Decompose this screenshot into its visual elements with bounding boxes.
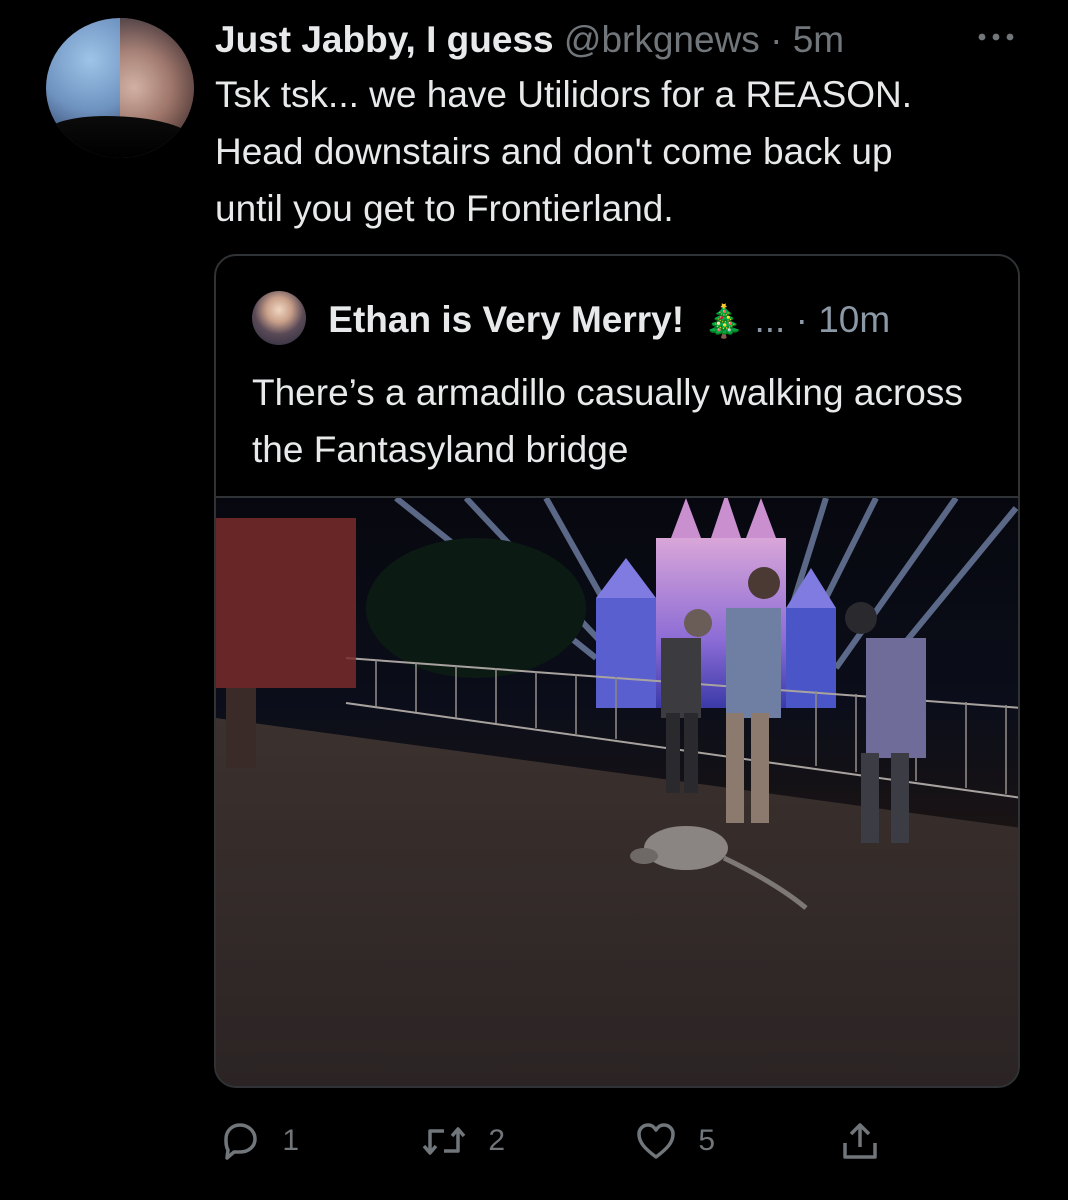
tweet[interactable]: Just Jabby, I guess @brkgnews · 5m Tsk t… — [0, 0, 1068, 1200]
reply-button[interactable]: 1 — [218, 1110, 299, 1170]
more-horizontal-icon[interactable] — [974, 22, 1018, 52]
quoted-author-avatar[interactable] — [252, 291, 306, 346]
armadillo-on-bridge-photo[interactable] — [216, 496, 1018, 1086]
quoted-header-separator: · — [795, 299, 808, 340]
reply-count: 1 — [282, 1124, 300, 1158]
retweet-count: 2 — [488, 1124, 506, 1158]
share-button[interactable] — [838, 1110, 882, 1170]
share-icon — [838, 1123, 882, 1159]
quoted-tweet-time[interactable]: 10m — [818, 299, 890, 340]
tweet-header: Just Jabby, I guess @brkgnews · 5m — [215, 16, 1015, 64]
christmas-tree-emoji: 🎄 — [704, 303, 745, 339]
quoted-tweet[interactable]: Ethan is Very Merry! 🎄 ... · 10m There’s… — [214, 254, 1020, 1088]
reply-icon — [218, 1123, 270, 1160]
quoted-tweet-header: Ethan is Very Merry! 🎄 ... · 10m — [252, 291, 992, 348]
like-count: 5 — [698, 1124, 716, 1158]
like-button[interactable]: 5 — [634, 1110, 715, 1170]
author-name[interactable]: Just Jabby, I guess — [215, 19, 554, 60]
photo-illustration — [216, 498, 1018, 1086]
tweet-text: Tsk tsk... we have Utilidors for a REASO… — [215, 74, 913, 229]
retweet-icon — [420, 1123, 476, 1156]
author-avatar[interactable] — [46, 18, 194, 158]
header-separator: · — [770, 19, 783, 60]
tweet-actions: 1 2 5 — [0, 1110, 1068, 1170]
author-handle[interactable]: @brkgnews — [564, 19, 760, 60]
quoted-author-name[interactable]: Ethan is Very Merry! — [328, 299, 684, 340]
heart-icon — [634, 1123, 686, 1159]
castle — [596, 498, 836, 708]
quoted-name-ellipsis: ... — [754, 299, 786, 340]
tweet-time[interactable]: 5m — [793, 19, 844, 60]
quoted-tweet-text: There’s a armadillo casually walking acr… — [252, 372, 963, 470]
retweet-button[interactable]: 2 — [420, 1110, 505, 1170]
